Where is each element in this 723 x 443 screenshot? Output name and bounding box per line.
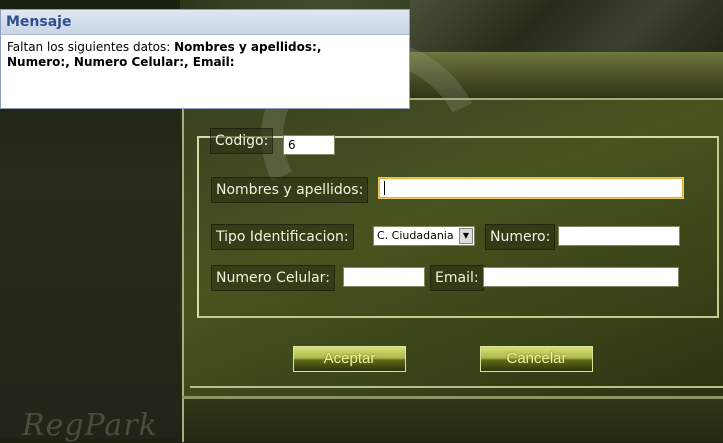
codigo-label: Codigo:	[210, 128, 274, 154]
dialog-title: Mensaje	[1, 10, 409, 35]
dialog-message: Faltan los siguientes datos: Nombres y a…	[1, 35, 409, 75]
missing-fields-line2: Numero:, Numero Celular:, Email:	[7, 55, 235, 69]
aceptar-button[interactable]: Aceptar	[293, 346, 406, 372]
numero-field[interactable]	[558, 226, 680, 246]
nombres-label: Nombres y apellidos:	[211, 177, 369, 203]
email-field[interactable]	[483, 267, 679, 287]
chevron-down-icon[interactable]: ▼	[459, 228, 473, 244]
celular-field[interactable]	[343, 267, 425, 287]
missing-fields-line1: Nombres y apellidos:,	[174, 40, 322, 54]
tipo-identificacion-label: Tipo Identificacion:	[211, 224, 354, 250]
divider	[190, 386, 723, 388]
watermark-logo: RegPark	[22, 408, 158, 443]
footer-band	[182, 396, 723, 442]
numero-label: Numero:	[485, 224, 556, 250]
codigo-field[interactable]: 6	[283, 135, 335, 155]
email-label: Email:	[430, 265, 484, 291]
header-graphic	[410, 0, 723, 52]
message-dialog: Mensaje Faltan los siguientes datos: Nom…	[0, 9, 410, 109]
cancelar-button[interactable]: Cancelar	[480, 346, 593, 372]
text-caret	[384, 181, 385, 195]
message-prefix: Faltan los siguientes datos:	[7, 40, 175, 54]
celular-label: Numero Celular:	[211, 265, 335, 291]
tipo-identificacion-select[interactable]: C. Ciudadania ▼	[373, 226, 475, 246]
nombres-field[interactable]	[379, 178, 683, 198]
tipo-identificacion-value: C. Ciudadania	[377, 229, 454, 242]
